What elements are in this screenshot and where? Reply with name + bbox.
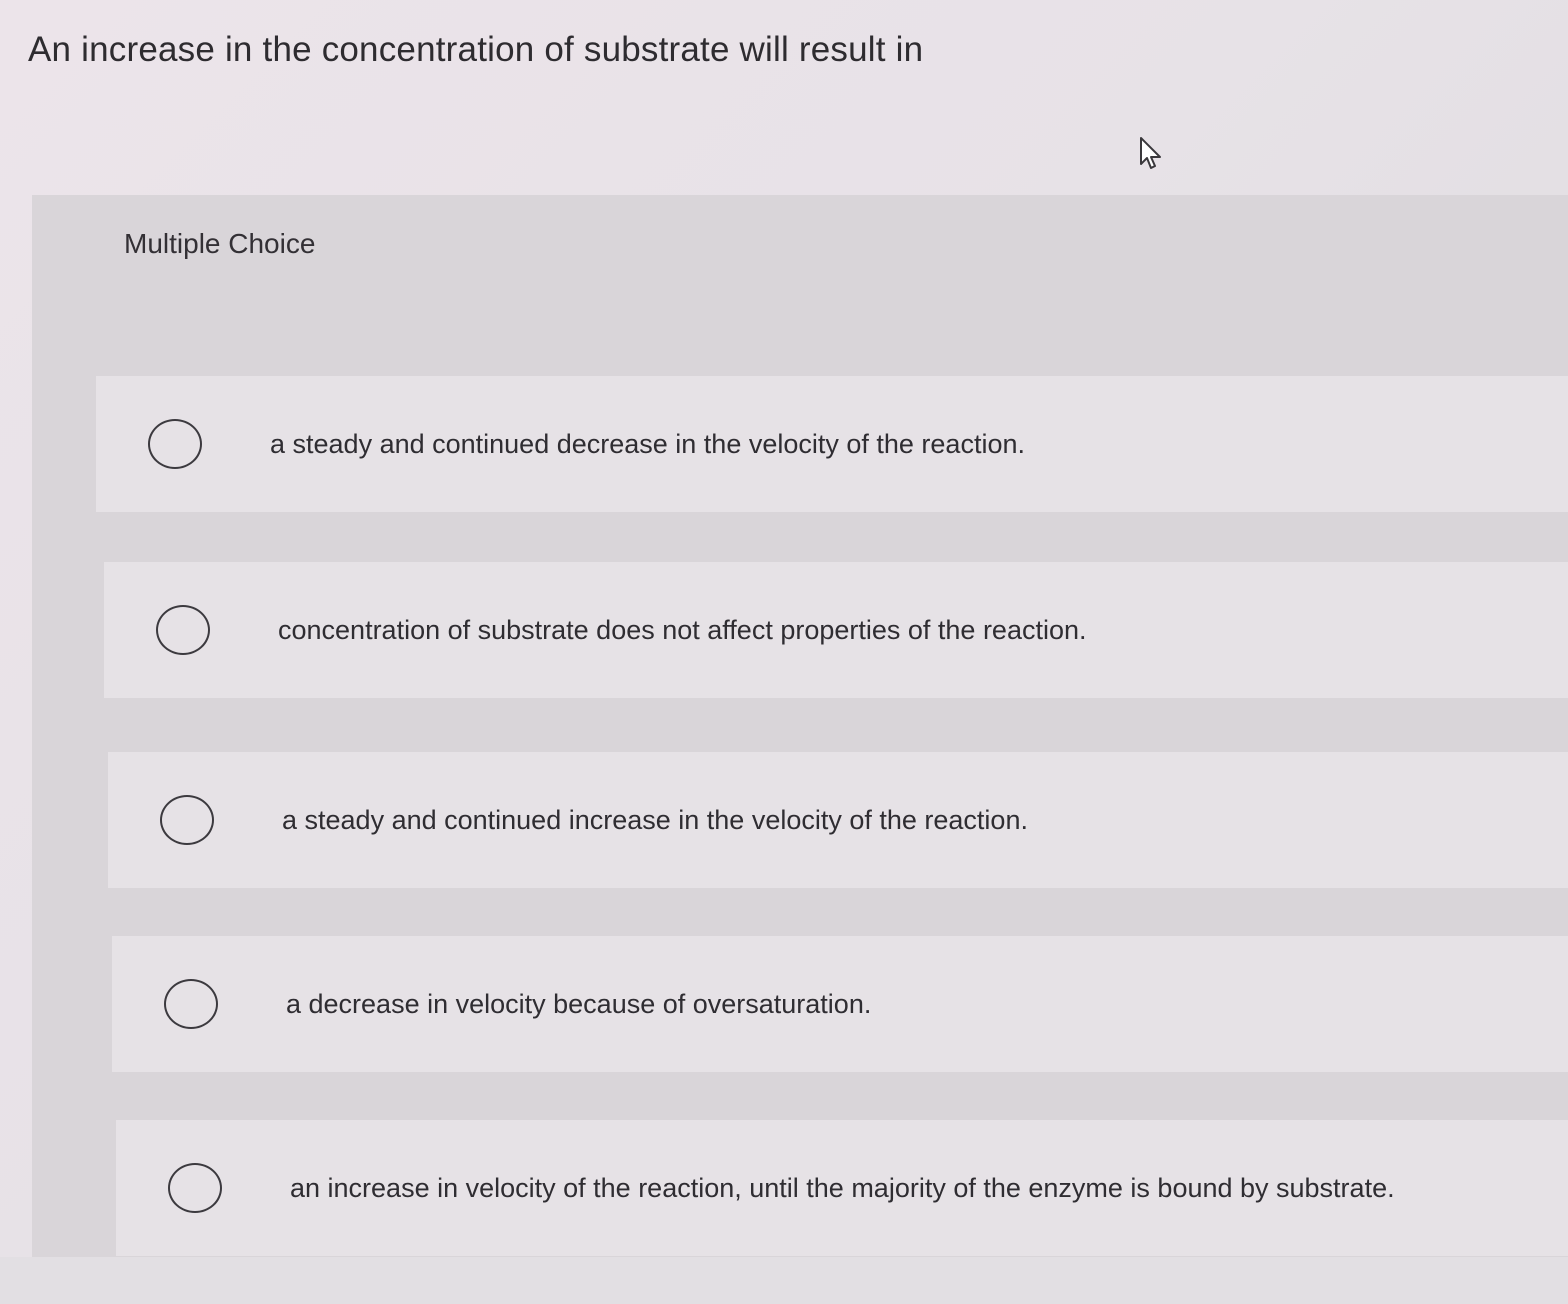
answer-option-2[interactable]: concentration of substrate does not affe…	[104, 562, 1568, 698]
multiple-choice-label: Multiple Choice	[124, 228, 316, 259]
answer-option-text: a steady and continued decrease in the v…	[270, 428, 1025, 459]
radio-button-icon[interactable]	[148, 419, 202, 469]
answer-option-4[interactable]: a decrease in velocity because of oversa…	[112, 936, 1568, 1072]
radio-button-icon[interactable]	[160, 795, 214, 845]
answer-option-3[interactable]: a steady and continued increase in the v…	[108, 752, 1568, 888]
radio-button-icon[interactable]	[156, 605, 210, 655]
pointer-arrow-icon	[1140, 137, 1161, 169]
radio-button-icon[interactable]	[168, 1163, 222, 1213]
page-bottom-strip	[0, 1257, 1568, 1304]
answer-option-5[interactable]: an increase in velocity of the reaction,…	[116, 1120, 1568, 1256]
answer-option-text: concentration of substrate does not affe…	[278, 614, 1087, 645]
answer-option-text: an increase in velocity of the reaction,…	[290, 1172, 1395, 1203]
answer-option-text: a decrease in velocity because of oversa…	[286, 988, 872, 1019]
multiple-choice-panel	[32, 195, 1568, 1257]
answer-option-text: a steady and continued increase in the v…	[282, 804, 1028, 835]
radio-button-icon[interactable]	[164, 979, 218, 1029]
question-text: An increase in the concentration of subs…	[28, 30, 924, 69]
answer-option-1[interactable]: a steady and continued decrease in the v…	[96, 376, 1568, 512]
